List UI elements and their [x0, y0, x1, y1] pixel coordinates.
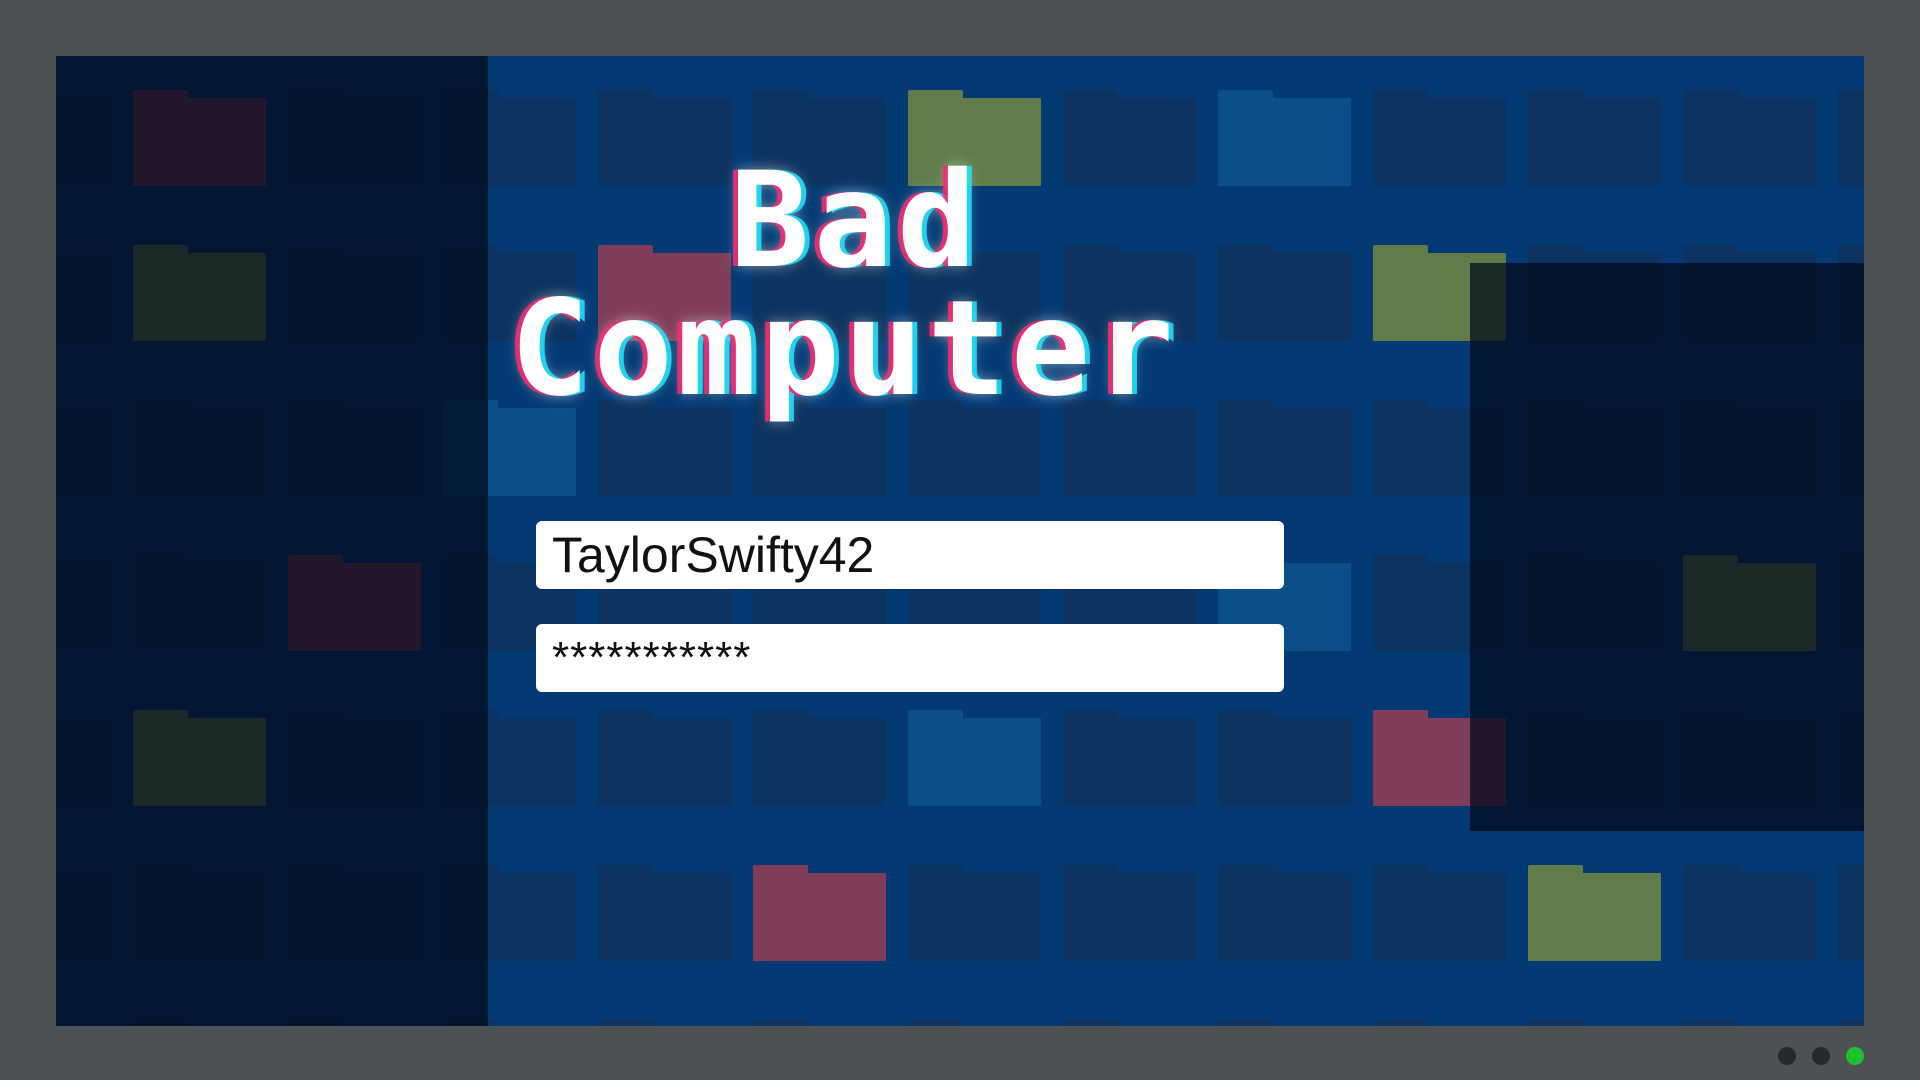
background-folder-icon — [598, 90, 731, 186]
background-folder-icon — [1528, 90, 1661, 186]
slide-indicator — [1778, 1047, 1864, 1065]
background-folder-icon — [1063, 90, 1196, 186]
background-folder-icon — [1218, 400, 1351, 496]
background-folder-icon — [753, 865, 886, 961]
background-folder-icon — [908, 710, 1041, 806]
background-folder-icon — [908, 865, 1041, 961]
background-folder-icon — [1063, 865, 1196, 961]
background-folder-icon — [1063, 710, 1196, 806]
username-field[interactable]: TaylorSwifty42 — [536, 521, 1284, 589]
shadow-panel-right — [1470, 263, 1864, 831]
background-folder-icon — [1218, 865, 1351, 961]
background-folder-icon — [1218, 245, 1351, 341]
shadow-panel-left — [56, 56, 488, 1026]
slide-dot-3[interactable] — [1846, 1047, 1864, 1065]
slide-dot-1[interactable] — [1778, 1047, 1796, 1065]
password-field[interactable]: *********** — [536, 624, 1284, 692]
title-line-2: Computer — [510, 272, 1178, 426]
background-folder-icon — [1683, 865, 1816, 961]
background-folder-icon — [1528, 865, 1661, 961]
slide-dot-2[interactable] — [1812, 1047, 1830, 1065]
background-folder-icon — [1838, 865, 1864, 961]
title-line-1: Bad — [730, 144, 981, 298]
background-folder-icon — [598, 710, 731, 806]
background-folder-icon — [1683, 90, 1816, 186]
background-folder-icon — [753, 710, 886, 806]
background-folder-icon — [1373, 865, 1506, 961]
background-folder-icon — [1838, 90, 1864, 186]
background-folder-icon — [1373, 90, 1506, 186]
background-folder-icon — [1218, 90, 1351, 186]
background-folder-icon — [598, 865, 731, 961]
background-folder-icon — [1218, 710, 1351, 806]
